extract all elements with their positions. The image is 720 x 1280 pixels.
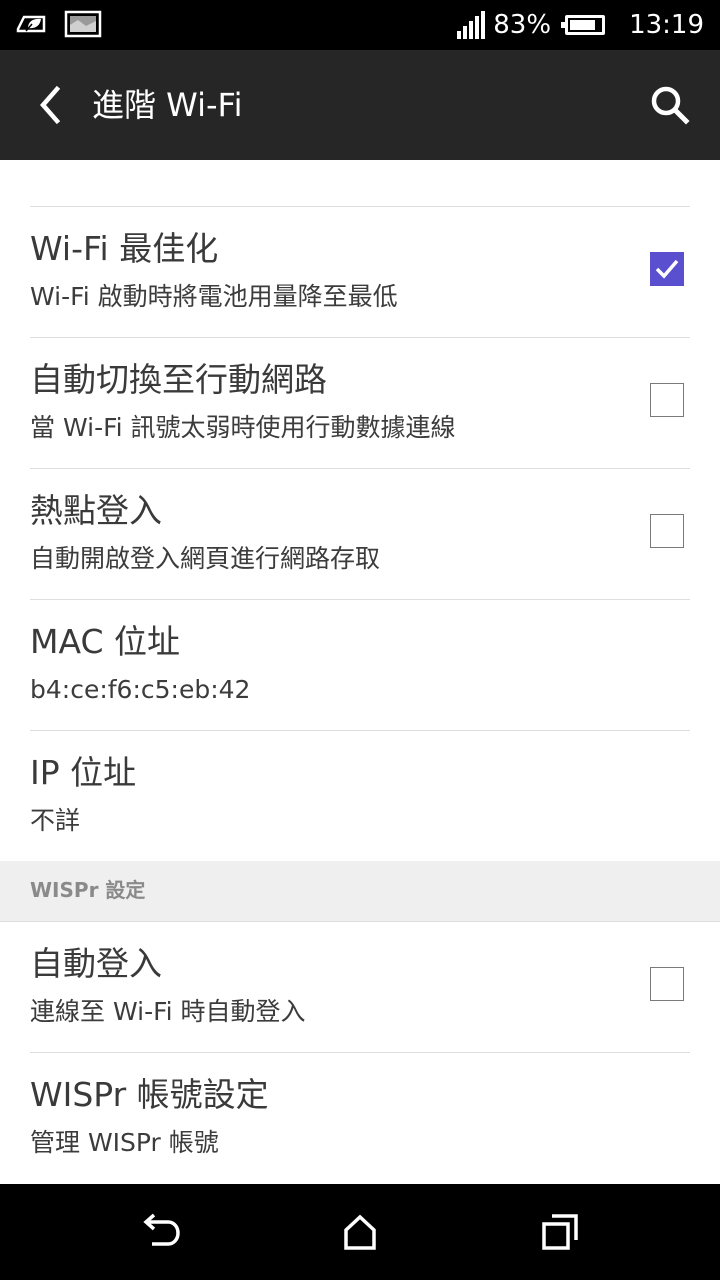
setting-wispr-account[interactable]: WISPr 帳號設定 管理 WISPr 帳號	[30, 1053, 690, 1183]
setting-title: IP 位址	[30, 753, 137, 792]
setting-title: 自動登入	[30, 944, 162, 983]
app-bar: 進階 Wi-Fi	[0, 50, 720, 160]
setting-auto-login[interactable]: 自動登入 連線至 Wi-Fi 時自動登入	[30, 922, 690, 1053]
auto-login-checkbox[interactable]	[650, 967, 684, 1001]
nav-recents-button[interactable]	[536, 1208, 584, 1256]
nav-recents-icon	[542, 1214, 578, 1250]
nav-home-button[interactable]	[336, 1208, 384, 1256]
setting-subtitle: 當 Wi-Fi 訊號太弱時使用行動數據連線	[30, 413, 456, 442]
system-nav-bar	[0, 1184, 720, 1280]
checkmark-icon	[655, 259, 679, 279]
setting-ip-address: IP 位址 不詳	[30, 731, 690, 861]
setting-mac-address: MAC 位址 b4:ce:f6:c5:eb:42	[30, 600, 690, 731]
auto-switch-mobile-checkbox[interactable]	[650, 383, 684, 417]
setting-title: MAC 位址	[30, 622, 180, 661]
setting-subtitle: 自動開啟登入網頁進行網路存取	[30, 544, 381, 573]
setting-title: WISPr 帳號設定	[30, 1075, 269, 1114]
section-header-label: WISPr 設定	[30, 878, 146, 902]
search-icon	[651, 86, 690, 125]
setting-wifi-optimization[interactable]: Wi-Fi 最佳化 Wi-Fi 啟動時將電池用量降至最低	[30, 207, 690, 338]
settings-list[interactable]: Wi-Fi 最佳化 Wi-Fi 啟動時將電池用量降至最低 自動切換至行動網路 當…	[0, 160, 720, 1184]
battery-icon	[561, 15, 606, 35]
setting-title: 熱點登入	[30, 491, 162, 530]
nav-back-icon	[143, 1213, 180, 1246]
setting-title: 自動切換至行動網路	[30, 360, 327, 399]
hotspot-login-checkbox[interactable]	[650, 514, 684, 548]
leaf-notification-icon	[14, 9, 54, 43]
battery-percent: 83%	[493, 10, 552, 40]
image-notification-icon	[64, 9, 102, 43]
section-header-wispr: WISPr 設定	[0, 861, 720, 922]
nav-back-button[interactable]	[136, 1208, 184, 1256]
list-top-spacer	[30, 160, 690, 207]
back-button[interactable]	[28, 83, 72, 127]
search-button[interactable]	[648, 83, 692, 127]
setting-subtitle: 管理 WISPr 帳號	[30, 1128, 219, 1157]
clock: 13:19	[629, 10, 704, 40]
signal-bars-icon	[457, 11, 486, 39]
battery-fill	[570, 20, 595, 30]
setting-title: Wi-Fi 最佳化	[30, 229, 219, 268]
page-title: 進階 Wi-Fi	[92, 86, 243, 124]
status-bar: 83% 13:19	[0, 0, 720, 50]
status-indicators: 83% 13:19	[457, 0, 704, 50]
ip-address-value: 不詳	[30, 806, 81, 835]
status-notifications	[14, 9, 102, 43]
setting-hotspot-login[interactable]: 熱點登入 自動開啟登入網頁進行網路存取	[30, 469, 690, 600]
wifi-optimization-checkbox[interactable]	[650, 252, 684, 286]
setting-subtitle: 連線至 Wi-Fi 時自動登入	[30, 997, 306, 1026]
setting-subtitle: Wi-Fi 啟動時將電池用量降至最低	[30, 282, 398, 311]
setting-auto-switch-mobile[interactable]: 自動切換至行動網路 當 Wi-Fi 訊號太弱時使用行動數據連線	[30, 338, 690, 469]
mac-address-value: b4:ce:f6:c5:eb:42	[30, 675, 251, 704]
chevron-left-icon	[40, 85, 61, 125]
nav-home-icon	[344, 1214, 376, 1250]
